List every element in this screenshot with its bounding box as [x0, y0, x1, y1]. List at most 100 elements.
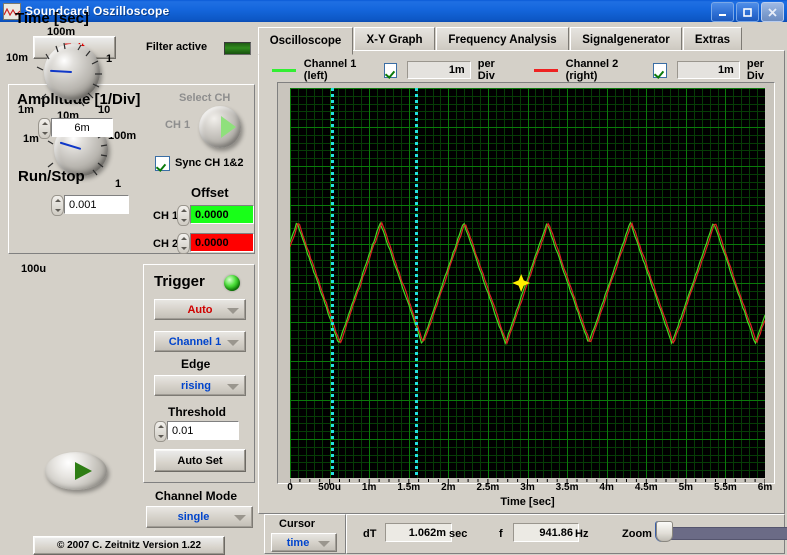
offset-ch2-label: CH 2 [153, 238, 179, 250]
amplitude-spinner[interactable] [51, 195, 64, 216]
copyright-label: © 2007 C. Zeitnitz Version 1.22 [33, 536, 225, 555]
threshold-label: Threshold [168, 405, 227, 419]
channel-mode-dropdown[interactable]: single [146, 506, 253, 528]
trigger-mode-dropdown[interactable]: Auto [154, 299, 246, 320]
crosshair-marker[interactable] [512, 274, 531, 292]
dt-unit: sec [449, 528, 468, 540]
trigger-edge-value: rising [181, 379, 211, 392]
x-axis: 0 500u 1m 1.5m 2m 2.5m 3m 3.5m 4m 4.5m 5m 5.5m 6m [287, 479, 772, 493]
trigger-source-value: Channel 1 [168, 335, 222, 348]
cursor-panel: Cursor time [264, 514, 346, 554]
channel-mode-label: Channel Mode [155, 489, 238, 503]
cursor-mode-value: time [286, 536, 310, 549]
offset-ch2-spinner[interactable] [177, 233, 190, 254]
trigger-source-dropdown[interactable]: Channel 1 [154, 331, 246, 352]
cursor-label: Cursor [279, 518, 316, 530]
filter-active-led [224, 42, 251, 55]
window-controls [711, 2, 784, 22]
channel-2-per-div-value[interactable]: 1m [676, 61, 740, 79]
select-ch-label: Select CH [179, 92, 231, 104]
channel-1-color-swatch [272, 68, 296, 72]
x-tick-label: 2m [441, 482, 456, 493]
x-tick-label: 6m [757, 482, 773, 493]
channel-mode-value: single [177, 511, 210, 523]
tab-frequency-analysis[interactable]: Frequency Analysis [436, 27, 569, 52]
minimize-icon[interactable] [711, 2, 734, 22]
channel-1-label: Channel 1 (left) [303, 58, 357, 82]
x-tick-label: 4m [599, 482, 614, 493]
offset-ch1-label: CH 1 [153, 210, 179, 222]
offset-ch1-field[interactable]: 0.0000 [177, 205, 254, 226]
frequency-unit: Hz [575, 528, 589, 540]
plot-canvas [290, 88, 765, 478]
channel-2-per-div-label: per Div [746, 58, 764, 82]
channel-legend-row: Channel 1 (left) 1m per Div Channel 2 (r… [266, 58, 781, 82]
select-ch-knob-pointer [221, 116, 236, 138]
cursor-mode-dropdown[interactable]: time [271, 533, 337, 552]
oscilloscope-plot[interactable] [290, 88, 765, 478]
trigger-led [224, 275, 240, 291]
time-spinner[interactable] [38, 118, 51, 139]
tab-strip: Oscilloscope X-Y Graph Frequency Analysi… [258, 27, 783, 55]
offset-ch2-value[interactable]: 0.0000 [190, 233, 254, 252]
filter-active-label: Filter active [146, 41, 208, 53]
frequency-value[interactable]: 941.86 [513, 523, 579, 542]
select-ch-knob[interactable] [199, 106, 241, 148]
chevron-down-icon [227, 383, 239, 390]
tab-signalgenerator[interactable]: Signalgenerator [570, 27, 682, 52]
select-ch-value: CH 1 [165, 119, 191, 131]
amplitude-tick-100u: 100u [21, 263, 47, 275]
threshold-field[interactable]: 0.01 [154, 421, 239, 442]
x-tick-label: 500u [318, 482, 341, 493]
cursor-readout-bar: dT 1.062m sec f 941.86 Hz Zoom [346, 514, 787, 554]
offset-ch2-field[interactable]: 0.0000 [177, 233, 254, 254]
runstop-label: Run/Stop [18, 168, 85, 185]
dt-label: dT [363, 528, 377, 540]
auto-set-button[interactable]: Auto Set [154, 449, 246, 472]
chevron-down-icon [234, 515, 246, 521]
channel-2-checkbox[interactable] [652, 62, 667, 78]
maximize-icon[interactable] [736, 2, 759, 22]
threshold-value[interactable]: 0.01 [167, 421, 239, 440]
time-title: Time [sec] [15, 10, 89, 27]
frequency-label: f [499, 528, 503, 540]
x-tick-label: 5m [678, 482, 694, 493]
chevron-down-icon [318, 540, 330, 547]
trigger-mode-value: Auto [187, 303, 213, 316]
amplitude-value[interactable]: 0.001 [64, 195, 129, 214]
channel-1-per-div-label: per Div [477, 58, 495, 82]
amplitude-value-field[interactable]: 0.001 [51, 195, 129, 216]
close-icon[interactable] [761, 2, 784, 22]
channel-2-color-swatch [533, 68, 558, 72]
dt-value[interactable]: 1.062m [385, 523, 452, 542]
zoom-slider-track[interactable] [658, 527, 787, 540]
time-value-field[interactable]: 6m [38, 118, 113, 139]
offset-ch1-spinner[interactable] [177, 205, 190, 226]
run-stop-button[interactable] [45, 452, 107, 490]
time-value[interactable]: 6m [51, 118, 113, 137]
x-tick-label: 4.5m [634, 482, 658, 493]
tab-extras[interactable]: Extras [683, 27, 742, 52]
trigger-title: Trigger [154, 273, 205, 290]
offset-ch1-value[interactable]: 0.0000 [190, 205, 254, 224]
time-knob-scale [36, 42, 102, 107]
channel-1-per-div-value[interactable]: 1m [407, 61, 471, 79]
x-tick-label: 3.5m [555, 482, 579, 493]
channel-1-checkbox[interactable] [383, 62, 398, 78]
tab-xy-graph[interactable]: X-Y Graph [354, 27, 435, 52]
zoom-slider-thumb[interactable] [656, 521, 673, 542]
chevron-down-icon [227, 339, 239, 346]
trigger-edge-dropdown[interactable]: rising [154, 375, 246, 396]
threshold-spinner[interactable] [154, 421, 167, 442]
trigger-panel: Trigger Auto Channel 1 Edge rising Thres… [143, 264, 255, 483]
sync-channels-checkbox[interactable] [155, 156, 170, 171]
app-window: Soundcard Oszilloscope Exit Filter activ… [0, 0, 787, 555]
x-tick-label: 3m [520, 482, 535, 493]
zoom-label: Zoom [622, 528, 652, 540]
tab-oscilloscope[interactable]: Oscilloscope [258, 27, 353, 55]
x-tick-label: 5.5m [714, 482, 737, 493]
offset-title: Offset [191, 185, 229, 200]
x-tick-label: 1m [361, 482, 377, 493]
chevron-down-icon [227, 307, 239, 314]
channel-2-label: Channel 2 (right) [565, 58, 619, 82]
